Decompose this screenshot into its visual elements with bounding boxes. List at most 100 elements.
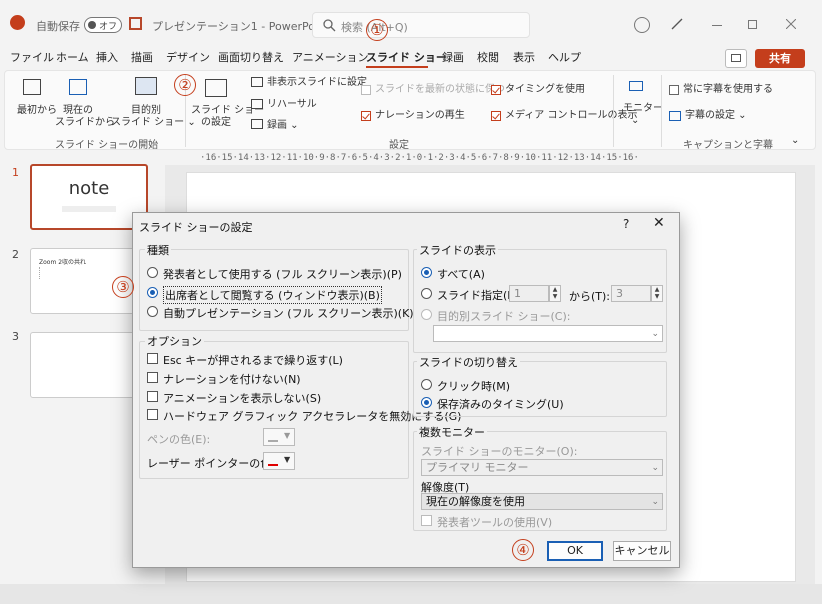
rehearse-button[interactable]: リハーサル [267, 99, 317, 111]
from-current-button-line1[interactable]: 現在の [63, 105, 93, 117]
advance-manual-radio[interactable] [421, 379, 432, 390]
annotation-marker-2: ② [174, 74, 196, 96]
paint-bucket-icon [268, 456, 278, 466]
pen-icon[interactable] [670, 17, 684, 31]
cancel-button[interactable]: キャンセル [613, 541, 671, 561]
record-icon [251, 119, 263, 129]
setup-show-button-line2[interactable]: の設定 [201, 117, 231, 129]
annotation-marker-1: ① [366, 19, 388, 41]
annotation-marker-4: ④ [512, 539, 534, 561]
range-to-spinner[interactable]: ▲ ▼ [651, 285, 663, 302]
no-narration-checkbox[interactable] [147, 372, 158, 383]
resolution-select[interactable]: 現在の解像度を使用 ⌄ [421, 493, 663, 510]
hide-slide-button[interactable]: 非表示スライドに設定 [267, 77, 367, 89]
record-button[interactable]: 録画 ⌄ [267, 120, 299, 132]
chevron-down-icon: ⌄ [651, 329, 659, 339]
resolution-select-value: 現在の解像度を使用 [426, 495, 525, 508]
options-legend: オプション [145, 333, 204, 349]
type-presenter-label: 発表者として使用する (フル スクリーン表示)(P) [163, 268, 402, 281]
tab-transitions[interactable]: 画面切り替え [218, 49, 284, 65]
custom-show-label: 目的別スライド ショー(C): [437, 310, 571, 323]
monitor-dropdown-chevron-icon[interactable]: ⌄ [631, 115, 639, 127]
status-area [0, 584, 822, 604]
tab-record[interactable]: 録画 [442, 49, 464, 65]
show-range-radio[interactable] [421, 288, 432, 299]
comment-button[interactable] [725, 49, 747, 68]
use-timings-checkbox[interactable] [491, 85, 501, 95]
type-window-radio[interactable] [147, 287, 158, 298]
range-to-input[interactable]: 3 [611, 285, 651, 302]
no-animation-checkbox[interactable] [147, 391, 158, 402]
no-narration-label: ナレーションを付けない(N) [163, 373, 301, 386]
save-icon[interactable] [129, 17, 142, 30]
advance-timings-radio[interactable] [421, 397, 432, 408]
maximize-icon[interactable] [748, 20, 757, 29]
ok-button[interactable]: OK [547, 541, 603, 561]
always-subtitles-label: 常に字幕を使用する [683, 84, 773, 95]
ribbon-separator [613, 75, 614, 147]
tab-slideshow[interactable]: スライド ショー [366, 49, 447, 65]
custom-show-radio [421, 309, 432, 320]
chevron-down-icon: ⌄ [651, 497, 659, 507]
slide-number: 3 [12, 330, 19, 343]
slide-thumbnail-3[interactable] [30, 332, 148, 398]
close-icon[interactable] [786, 19, 796, 29]
no-animation-label: アニメーションを表示しない(S) [163, 392, 322, 405]
monitor-button[interactable]: モニター [623, 103, 663, 115]
show-media-label: メディア コントロールの表示 [505, 110, 638, 121]
advance-legend: スライドの切り替え [417, 354, 520, 370]
tab-review[interactable]: 校閲 [477, 49, 499, 65]
dialog-close-button[interactable]: ✕ [653, 215, 665, 231]
custom-show-icon [135, 77, 157, 95]
active-tab-indicator [366, 66, 428, 68]
slideshow-setup-dialog: スライド ショーの設定 ? ✕ 種類 発表者として使用する (フル スクリーン表… [132, 212, 680, 568]
share-button[interactable]: 共有 [755, 49, 805, 68]
search-icon [323, 19, 336, 32]
type-window-label: 出席者として閲覧する (ウィンドウ表示)(B) [163, 286, 382, 304]
loop-label: Esc キーが押されるまで繰り返す(L) [163, 354, 343, 367]
show-all-label: すべて(A) [437, 268, 485, 281]
slide-thumbnail-1[interactable]: note [30, 164, 148, 230]
custom-show-select: ⌄ [433, 325, 663, 342]
from-current-button-line2[interactable]: スライドから [55, 117, 115, 129]
tab-help[interactable]: ヘルプ [548, 49, 581, 65]
tab-view[interactable]: 表示 [513, 49, 535, 65]
tab-draw[interactable]: 描画 [131, 49, 153, 65]
play-narration-checkbox[interactable] [361, 111, 371, 121]
subtitle-settings-button[interactable]: 字幕の設定 ⌄ [685, 110, 747, 122]
dialog-title: スライド ショーの設定 [139, 221, 253, 234]
type-legend: 種類 [145, 242, 171, 258]
from-beginning-button[interactable]: 最初から [17, 105, 57, 117]
tab-animations[interactable]: アニメーション [292, 49, 369, 65]
type-kiosk-radio[interactable] [147, 306, 158, 317]
tab-insert[interactable]: 挿入 [96, 49, 118, 65]
minimize-icon[interactable] [712, 25, 722, 26]
collapse-ribbon-chevron-icon[interactable]: ⌄ [791, 135, 799, 147]
range-to-label: から(T): [569, 290, 611, 303]
help-button[interactable]: ? [623, 217, 629, 231]
account-icon[interactable] [634, 17, 650, 33]
subtitle-settings-icon [669, 111, 681, 121]
comment-icon [731, 54, 741, 62]
chevron-down-icon: ⌄ [651, 463, 659, 473]
show-all-radio[interactable] [421, 267, 432, 278]
range-from-input[interactable]: 1 [509, 285, 549, 302]
tab-home[interactable]: ホーム [56, 49, 89, 65]
laser-color-picker[interactable]: ▼ [263, 452, 295, 470]
type-presenter-radio[interactable] [147, 267, 158, 278]
always-subtitles-checkbox[interactable] [669, 85, 679, 95]
tab-design[interactable]: デザイン [166, 49, 210, 65]
search-box[interactable]: 検索 (Alt+Q) [312, 12, 530, 38]
disable-hw-accel-checkbox[interactable] [147, 409, 158, 420]
show-media-checkbox[interactable] [491, 111, 501, 121]
menu-bar: ファイル ホーム 挿入 描画 デザイン 画面切り替え アニメーション スライド … [0, 46, 822, 68]
slide-number: 2 [12, 248, 19, 261]
presenter-view-label: 発表者ツールの使用(V) [437, 516, 553, 529]
toggle-knob-icon [88, 21, 96, 29]
custom-show-button-line1[interactable]: 目的別 [131, 105, 161, 117]
loop-checkbox[interactable] [147, 353, 158, 364]
autosave-toggle[interactable]: オフ [84, 17, 122, 33]
tab-file[interactable]: ファイル [10, 49, 54, 65]
custom-show-button-line2[interactable]: スライド ショー ⌄ [111, 117, 196, 129]
range-from-spinner[interactable]: ▲ ▼ [549, 285, 561, 302]
